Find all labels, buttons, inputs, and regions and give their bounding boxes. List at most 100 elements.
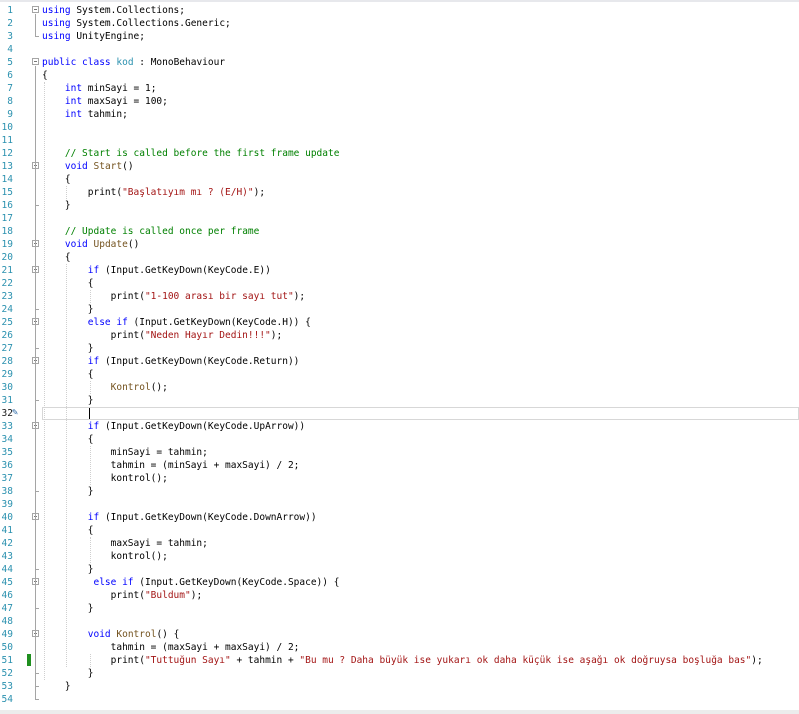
code-line[interactable]: 15 print("Başlatıyım mı ? (E/H)"); xyxy=(0,186,799,199)
code-line[interactable]: 36 tahmin = (minSayi + maxSayi) / 2; xyxy=(0,459,799,472)
code-text[interactable]: print("1-100 arası bir sayı tut"); xyxy=(42,290,306,303)
code-line[interactable]: 3 using UnityEngine; xyxy=(0,30,799,43)
code-text[interactable]: using System.Collections.Generic; xyxy=(42,17,231,30)
code-text[interactable]: tahmin = (minSayi + maxSayi) / 2; xyxy=(42,459,300,472)
code-text[interactable]: print("Tuttuğun Sayı" + tahmin + "Bu mu … xyxy=(42,654,763,667)
code-line[interactable]: 53 } xyxy=(0,680,799,693)
code-line[interactable]: 51 print("Tuttuğun Sayı" + tahmin + "Bu … xyxy=(0,654,799,667)
code-line[interactable]: 48 xyxy=(0,615,799,628)
code-line[interactable]: 47 } xyxy=(0,602,799,615)
code-line[interactable]: 45 else if (Input.GetKeyDown(KeyCode.Spa… xyxy=(0,576,799,589)
code-text[interactable]: if (Input.GetKeyDown(KeyCode.UpArrow)) xyxy=(42,420,305,433)
code-text[interactable]: Kontrol(); xyxy=(42,381,168,394)
code-line[interactable]: 19 void Update() xyxy=(0,238,799,251)
code-text[interactable]: { xyxy=(42,368,94,381)
code-line[interactable]: 10 xyxy=(0,121,799,134)
code-line[interactable]: 17 xyxy=(0,212,799,225)
code-text[interactable]: } xyxy=(42,342,94,355)
collapse-icon[interactable] xyxy=(32,6,39,13)
code-line[interactable]: 41 { xyxy=(0,524,799,537)
code-line[interactable]: 26 print("Neden Hayır Dedin!!!"); xyxy=(0,329,799,342)
code-text[interactable]: } xyxy=(42,667,94,680)
code-line[interactable]: 25 else if (Input.GetKeyDown(KeyCode.H))… xyxy=(0,316,799,329)
code-line[interactable]: 24 } xyxy=(0,303,799,316)
code-text[interactable]: } xyxy=(42,199,71,212)
code-line[interactable]: 54 xyxy=(0,693,799,706)
code-line[interactable]: 38 } xyxy=(0,485,799,498)
code-line[interactable]: 12 // Start is called before the first f… xyxy=(0,147,799,160)
code-text[interactable]: void Update() xyxy=(42,238,139,251)
code-text[interactable]: // Update is called once per frame xyxy=(42,225,259,238)
code-line[interactable]: 46 print("Buldum"); xyxy=(0,589,799,602)
code-text[interactable]: { xyxy=(42,69,48,82)
code-text[interactable]: kontrol(); xyxy=(42,472,168,485)
code-line[interactable]: 29 { xyxy=(0,368,799,381)
code-line[interactable]: 31 } xyxy=(0,394,799,407)
code-line[interactable]: 9 int tahmin; xyxy=(0,108,799,121)
code-text[interactable]: kontrol(); xyxy=(42,550,168,563)
code-text[interactable]: void Start() xyxy=(42,160,134,173)
code-text[interactable]: public class kod : MonoBehaviour xyxy=(42,56,225,69)
code-line[interactable]: 6{ xyxy=(0,69,799,82)
code-text[interactable]: } xyxy=(42,485,94,498)
code-text[interactable]: { xyxy=(42,277,94,290)
code-line[interactable]: 14 { xyxy=(0,173,799,186)
code-text[interactable]: tahmin = (maxSayi + maxSayi) / 2; xyxy=(42,641,300,654)
code-line[interactable]: 50 tahmin = (maxSayi + maxSayi) / 2; xyxy=(0,641,799,654)
code-text[interactable]: { xyxy=(42,173,71,186)
code-text[interactable]: if (Input.GetKeyDown(KeyCode.DownArrow)) xyxy=(42,511,317,524)
code-text[interactable]: } xyxy=(42,303,94,316)
code-line[interactable]: 18 // Update is called once per frame xyxy=(0,225,799,238)
code-line[interactable]: 5 public class kod : MonoBehaviour xyxy=(0,56,799,69)
code-line[interactable]: 1 using System.Collections; xyxy=(0,4,799,17)
code-line[interactable]: 40 if (Input.GetKeyDown(KeyCode.DownArro… xyxy=(0,511,799,524)
code-text[interactable]: // Start is called before the first fram… xyxy=(42,147,340,160)
code-text[interactable]: int tahmin; xyxy=(42,108,128,121)
code-line[interactable]: 30 Kontrol(); xyxy=(0,381,799,394)
code-line[interactable]: 35 minSayi = tahmin; xyxy=(0,446,799,459)
code-line[interactable]: 8 int maxSayi = 100; xyxy=(0,95,799,108)
code-line[interactable]: 13 void Start() xyxy=(0,160,799,173)
code-text[interactable]: { xyxy=(42,524,94,537)
code-text[interactable]: { xyxy=(42,433,94,446)
code-line[interactable]: 49 void Kontrol() { xyxy=(0,628,799,641)
code-line[interactable]: 21 if (Input.GetKeyDown(KeyCode.E)) xyxy=(0,264,799,277)
code-line[interactable]: 23 print("1-100 arası bir sayı tut"); xyxy=(0,290,799,303)
code-text[interactable]: if (Input.GetKeyDown(KeyCode.E)) xyxy=(42,264,271,277)
code-text[interactable]: print("Başlatıyım mı ? (E/H)"); xyxy=(42,186,265,199)
code-line[interactable]: 22 { xyxy=(0,277,799,290)
code-text[interactable]: using UnityEngine; xyxy=(42,30,145,43)
code-line[interactable]: 44 } xyxy=(0,563,799,576)
code-editor[interactable]: 1 using System.Collections; 2 using System.… xyxy=(0,2,799,714)
code-text[interactable]: print("Neden Hayır Dedin!!!"); xyxy=(42,329,283,342)
code-text[interactable]: void Kontrol() { xyxy=(42,628,180,641)
code-text[interactable]: } xyxy=(42,602,94,615)
code-text[interactable]: if (Input.GetKeyDown(KeyCode.Return)) xyxy=(42,355,300,368)
code-line[interactable]: 43 kontrol(); xyxy=(0,550,799,563)
code-text[interactable] xyxy=(42,407,88,420)
code-line[interactable]: 33 if (Input.GetKeyDown(KeyCode.UpArrow)… xyxy=(0,420,799,433)
code-text[interactable]: else if (Input.GetKeyDown(KeyCode.H)) { xyxy=(42,316,311,329)
code-line[interactable]: 7 int minSayi = 1; xyxy=(0,82,799,95)
code-line[interactable]: 2 using System.Collections.Generic; xyxy=(0,17,799,30)
code-text[interactable]: else if (Input.GetKeyDown(KeyCode.Space)… xyxy=(42,576,339,589)
code-line[interactable]: 39 xyxy=(0,498,799,511)
code-text[interactable]: } xyxy=(42,394,94,407)
code-line[interactable]: 4 xyxy=(0,43,799,56)
code-text[interactable]: int minSayi = 1; xyxy=(42,82,157,95)
code-line[interactable]: 11 xyxy=(0,134,799,147)
code-line[interactable]: 28 if (Input.GetKeyDown(KeyCode.Return)) xyxy=(0,355,799,368)
code-text[interactable]: using System.Collections; xyxy=(42,4,185,17)
code-text[interactable]: { xyxy=(42,251,71,264)
code-line[interactable]: 32 ✎ xyxy=(0,407,799,420)
code-text[interactable]: int maxSayi = 100; xyxy=(42,95,168,108)
code-line[interactable]: 16 } xyxy=(0,199,799,212)
code-line[interactable]: 37 kontrol(); xyxy=(0,472,799,485)
code-text[interactable]: } xyxy=(42,680,71,693)
code-line[interactable]: 42 maxSayi = tahmin; xyxy=(0,537,799,550)
collapse-icon[interactable] xyxy=(32,58,39,65)
code-line[interactable]: 34 { xyxy=(0,433,799,446)
code-line[interactable]: 20 { xyxy=(0,251,799,264)
code-line[interactable]: 52 } xyxy=(0,667,799,680)
code-text[interactable]: } xyxy=(42,563,94,576)
